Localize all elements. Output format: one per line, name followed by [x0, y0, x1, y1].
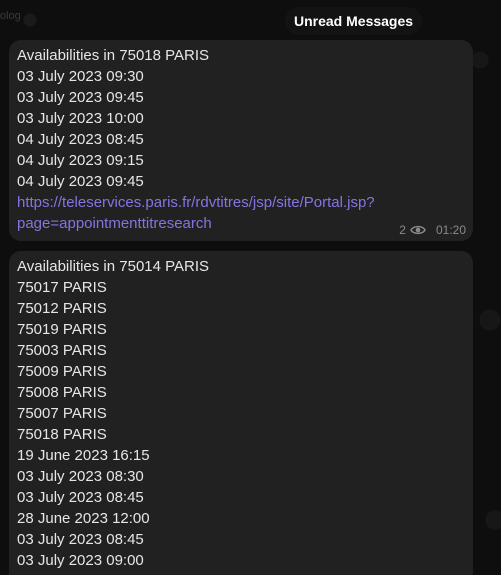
availability-location: 75018 PARIS: [17, 426, 107, 443]
eye-icon: [410, 224, 426, 236]
chat-background: olog Unread Messages Availabilities in 7…: [0, 0, 501, 575]
availability-location: 75007 PARIS: [17, 405, 107, 422]
availability-location: 75003 PARIS: [17, 342, 107, 359]
availability-slot: 28 June 2023 12:00: [17, 510, 150, 527]
availability-slot: 19 June 2023 16:15: [17, 447, 150, 464]
availability-slot: 04 July 2023 09:45: [17, 173, 144, 190]
message-time: 01:20: [435, 223, 466, 237]
availability-location: 75012 PARIS: [17, 300, 107, 317]
availability-slot: 04 July 2023 09:15: [17, 152, 144, 169]
availability-slot: 03 July 2023 08:45: [17, 531, 144, 548]
message-meta: 2 01:20: [399, 223, 466, 237]
appointment-link[interactable]: https://teleservices.paris.fr/rdvtitres/…: [17, 192, 465, 234]
availability-slot: 03 July 2023 09:00: [17, 552, 144, 569]
unread-messages-banner: Unread Messages: [285, 7, 423, 35]
availability-slot: 03 July 2023 09:45: [17, 89, 144, 106]
appointment-link-line: https://teleservices.paris.fr/rdvtitres/…: [17, 194, 375, 211]
availability-slot: 04 July 2023 08:45: [17, 131, 144, 148]
availability-slot: 03 July 2023 08:30: [17, 468, 144, 485]
view-count: 2: [399, 223, 406, 237]
availability-location: 75017 PARIS: [17, 279, 107, 296]
availability-slot: 03 July 2023 10:00: [17, 110, 144, 127]
message-title: Availabilities in 75014 PARIS: [17, 258, 210, 275]
message-bubble[interactable]: Availabilities in 75018 PARIS 03 July 20…: [9, 40, 473, 241]
message-bubble[interactable]: Availabilities in 75014 PARIS 75017 PARI…: [9, 251, 473, 575]
background-pattern-text: olog: [0, 10, 21, 22]
appointment-link-line: page=appointmenttitresearch: [17, 215, 212, 232]
availability-slot: 03 July 2023 08:45: [17, 489, 144, 506]
message-title: Availabilities in 75018 PARIS: [17, 47, 210, 64]
availability-location: 75009 PARIS: [17, 363, 107, 380]
availability-slot: 03 July 2023 09:30: [17, 68, 144, 85]
availability-location: 75019 PARIS: [17, 321, 107, 338]
availability-location: 75008 PARIS: [17, 384, 107, 401]
